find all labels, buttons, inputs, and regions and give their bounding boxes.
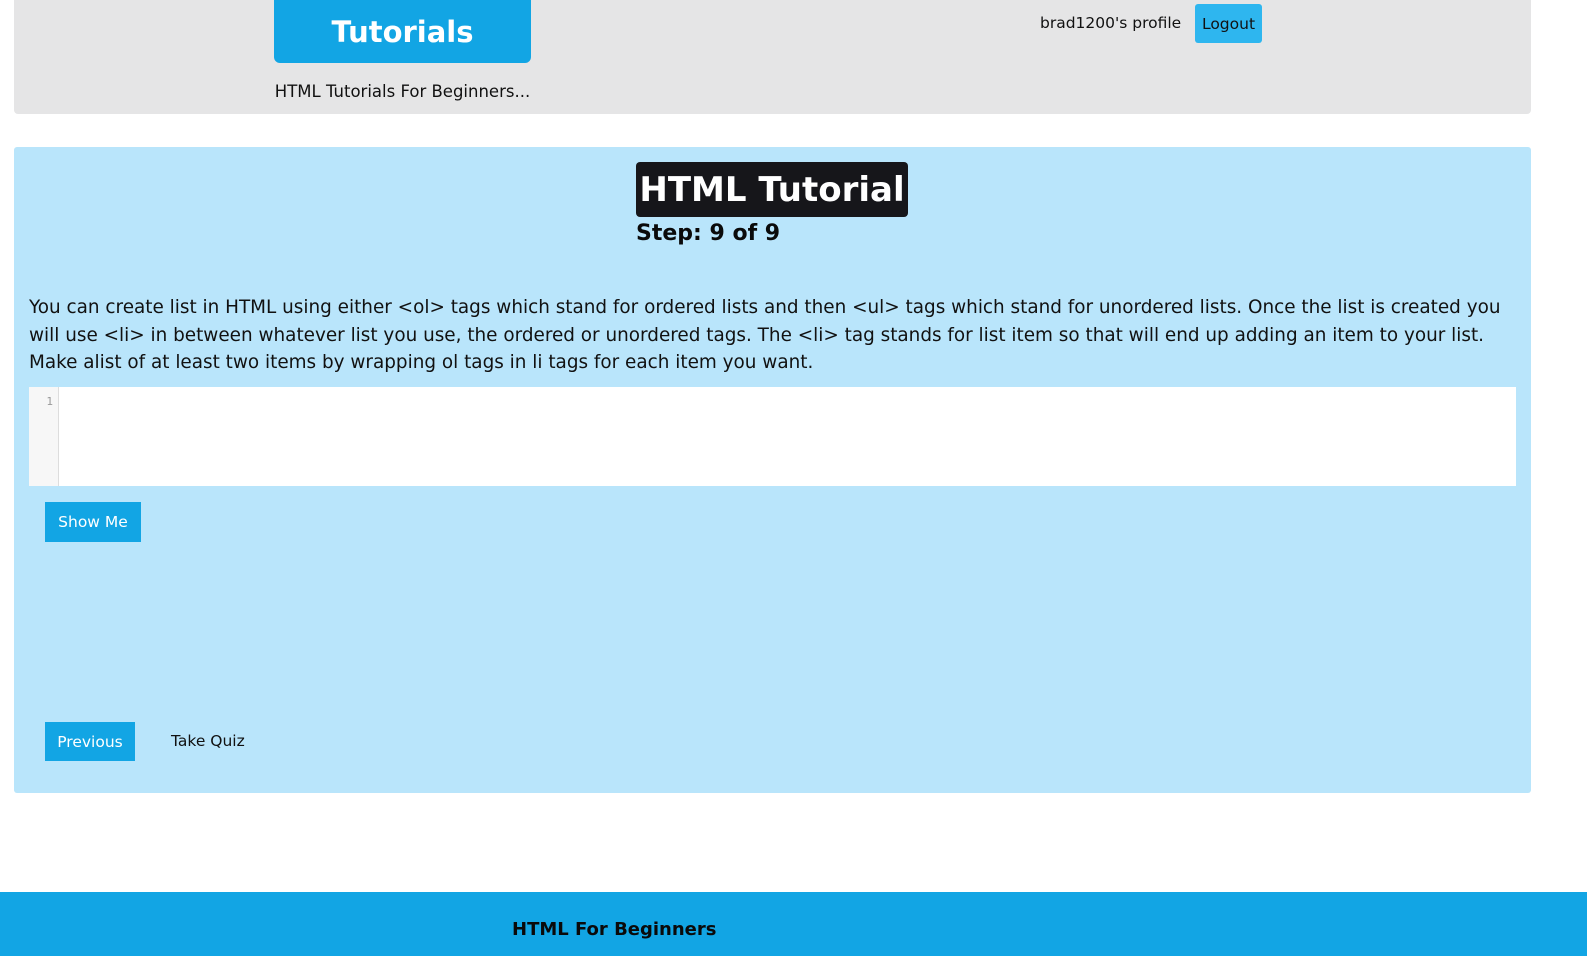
site-footer: HTML For Beginners [0,892,1587,956]
take-quiz-link[interactable]: Take Quiz [171,732,245,750]
show-me-button[interactable]: Show Me [45,502,141,542]
tutorial-panel: HTML Tutorial Step: 9 of 9 You can creat… [14,147,1531,793]
logout-button[interactable]: Logout [1195,4,1262,43]
step-instructions: You can create list in HTML using either… [29,297,1501,373]
editor-line-number: 1 [29,387,59,486]
previous-button[interactable]: Previous [45,722,135,761]
site-subtitle: HTML Tutorials For Beginners... [274,82,531,101]
site-header: Tutorials HTML Tutorials For Beginners..… [14,0,1531,114]
profile-link[interactable]: brad1200's profile [1040,14,1181,32]
code-input[interactable] [59,387,1516,486]
footer-title: HTML For Beginners [512,919,717,940]
code-editor: 1 [29,387,1516,486]
step-indicator: Step: 9 of 9 [636,221,781,246]
tutorials-home-button[interactable]: Tutorials [274,0,531,63]
tutorial-title: HTML Tutorial [636,162,908,217]
